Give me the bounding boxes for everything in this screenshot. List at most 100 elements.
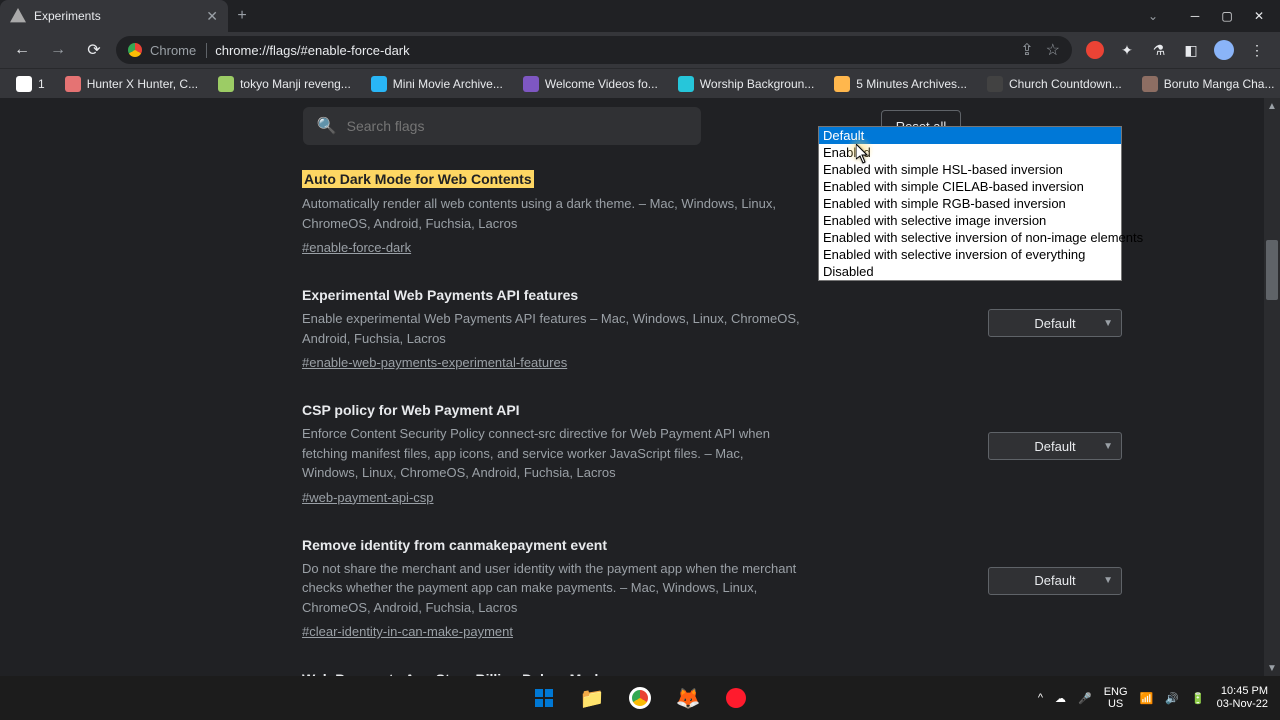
scrollbar-track[interactable] [1264, 98, 1280, 676]
windows-taskbar: 📁 🦊 ^ ☁ 🎤 ENGUS 📶 🔊 🔋 10:45 PM03-Nov-22 [0, 676, 1280, 720]
forward-button[interactable]: → [44, 36, 72, 64]
flag-select[interactable]: Default▼ [988, 432, 1122, 460]
flag-title: CSP policy for Web Payment API [302, 402, 520, 418]
extension-icon[interactable] [1086, 41, 1104, 59]
flag-item: Experimental Web Payments API features E… [302, 287, 962, 372]
chevron-down-icon[interactable]: ⌄ [1148, 9, 1158, 23]
bookmark-label: Mini Movie Archive... [393, 77, 503, 91]
close-icon[interactable]: ✕ [206, 8, 218, 25]
bookmark-label: 5 Minutes Archives... [856, 77, 967, 91]
search-input[interactable] [347, 118, 687, 134]
scroll-up-arrow[interactable]: ▲ [1264, 98, 1280, 114]
flag-select[interactable]: Default▼ [988, 309, 1122, 337]
onedrive-icon[interactable]: ☁ [1055, 692, 1066, 705]
close-window-button[interactable]: ✕ [1252, 9, 1266, 23]
bookmark-label: Hunter X Hunter, C... [87, 77, 198, 91]
sidepanel-icon[interactable]: ◧ [1182, 41, 1200, 59]
bookmark-item[interactable]: Worship Backgroun... [670, 76, 823, 92]
dropdown-option[interactable]: Enabled with simple CIELAB-based inversi… [819, 178, 1121, 195]
bookmarks-bar: 1 Hunter X Hunter, C... tokyo Manji reveng… [0, 68, 1280, 98]
flag-description: Enable experimental Web Payments API fea… [302, 309, 802, 348]
clock[interactable]: 10:45 PM03-Nov-22 [1217, 685, 1268, 711]
bookmark-label: tokyo Manji reveng... [240, 77, 351, 91]
flag-title: Remove identity from canmakepayment even… [302, 537, 607, 553]
flag-anchor-link[interactable]: #enable-force-dark [302, 240, 411, 255]
bookmark-item[interactable]: Hunter X Hunter, C... [57, 76, 206, 92]
dropdown-option[interactable]: Enabled with selective image inversion [819, 212, 1121, 229]
bookmark-favicon [987, 76, 1003, 92]
bookmark-favicon [678, 76, 694, 92]
chevron-down-icon: ▼ [1103, 318, 1113, 329]
maximize-button[interactable]: ▢ [1220, 9, 1234, 23]
dropdown-option[interactable]: Enabled with selective inversion of ever… [819, 246, 1121, 263]
bookmark-item[interactable]: Boruto Manga Cha... [1134, 76, 1280, 92]
tab-title: Experiments [34, 9, 198, 23]
reload-button[interactable]: ⟳ [80, 36, 108, 64]
flag-select[interactable]: Default▼ [988, 567, 1122, 595]
bookmark-item[interactable]: 5 Minutes Archives... [826, 76, 975, 92]
back-button[interactable]: ← [8, 36, 36, 64]
bookmark-item[interactable]: Welcome Videos fo... [515, 76, 666, 92]
flag-item: Remove identity from canmakepayment even… [302, 537, 962, 642]
search-icon: 🔍 [317, 116, 337, 136]
bookmark-label: Worship Backgroun... [700, 77, 815, 91]
bookmark-favicon [1142, 76, 1158, 92]
bookmark-star-icon[interactable]: ☆ [1046, 40, 1060, 60]
dropdown-option[interactable]: Disabled [819, 263, 1121, 280]
bookmark-favicon [523, 76, 539, 92]
start-button[interactable] [524, 678, 564, 718]
tray-chevron-icon[interactable]: ^ [1038, 692, 1043, 704]
bookmark-label: Boruto Manga Cha... [1164, 77, 1275, 91]
browser-toolbar: ← → ⟳ Chrome chrome://flags/#enable-forc… [0, 32, 1280, 68]
bookmark-item[interactable]: tokyo Manji reveng... [210, 76, 359, 92]
flag-anchor-link[interactable]: #web-payment-api-csp [302, 490, 434, 505]
bookmark-favicon [16, 76, 32, 92]
scroll-down-arrow[interactable]: ▼ [1264, 660, 1280, 676]
window-titlebar: Experiments ✕ + ⌄ ─ ▢ ✕ [0, 0, 1280, 32]
chrome-taskbar-icon[interactable] [620, 678, 660, 718]
browser-tab[interactable]: Experiments ✕ [0, 0, 228, 32]
new-tab-button[interactable]: + [228, 0, 256, 32]
share-icon[interactable]: ⇪ [1020, 40, 1033, 60]
extensions-puzzle-icon[interactable]: ✦ [1118, 41, 1136, 59]
flag-description: Automatically render all web contents us… [302, 194, 802, 233]
flag-anchor-link[interactable]: #clear-identity-in-can-make-payment [302, 624, 513, 639]
menu-dots-icon[interactable]: ⋮ [1248, 41, 1266, 59]
dropdown-option[interactable]: Enabled with simple RGB-based inversion [819, 195, 1121, 212]
mouse-cursor [856, 144, 870, 164]
bookmark-label: Church Countdown... [1009, 77, 1122, 91]
flag-title: Experimental Web Payments API features [302, 287, 578, 303]
flag-title: Auto Dark Mode for Web Contents [302, 170, 534, 188]
bookmark-item[interactable]: Church Countdown... [979, 76, 1130, 92]
bookmark-item[interactable]: Mini Movie Archive... [363, 76, 511, 92]
volume-icon[interactable]: 🔊 [1165, 692, 1179, 705]
wifi-icon[interactable]: 📶 [1140, 692, 1154, 705]
address-bar[interactable]: Chrome chrome://flags/#enable-force-dark… [116, 36, 1072, 64]
chevron-down-icon: ▼ [1103, 575, 1113, 586]
search-flags-field[interactable]: 🔍 [303, 107, 701, 145]
bookmark-favicon [218, 76, 234, 92]
bookmark-favicon [371, 76, 387, 92]
opera-icon[interactable] [716, 678, 756, 718]
profile-avatar[interactable] [1214, 40, 1234, 60]
chrome-icon [128, 43, 142, 57]
dropdown-option[interactable]: Enabled with selective inversion of non-… [819, 229, 1121, 246]
battery-icon[interactable]: 🔋 [1191, 692, 1205, 705]
bookmark-label: 1 [38, 77, 45, 91]
bookmark-label: Welcome Videos fo... [545, 77, 658, 91]
minimize-button[interactable]: ─ [1188, 9, 1202, 23]
flag-anchor-link[interactable]: #enable-web-payments-experimental-featur… [302, 355, 567, 370]
labs-flask-icon[interactable]: ⚗ [1150, 41, 1168, 59]
flag-description: Do not share the merchant and user ident… [302, 559, 802, 618]
bookmark-item[interactable]: 1 [8, 76, 53, 92]
file-explorer-icon[interactable]: 📁 [572, 678, 612, 718]
scrollbar-thumb[interactable] [1266, 240, 1278, 300]
microphone-icon[interactable]: 🎤 [1078, 692, 1092, 705]
url-text: chrome://flags/#enable-force-dark [215, 43, 409, 58]
bookmark-favicon [834, 76, 850, 92]
language-indicator[interactable]: ENGUS [1104, 686, 1128, 710]
flask-icon [10, 8, 26, 24]
firefox-icon[interactable]: 🦊 [668, 678, 708, 718]
bookmark-favicon [65, 76, 81, 92]
chevron-down-icon: ▼ [1103, 441, 1113, 452]
